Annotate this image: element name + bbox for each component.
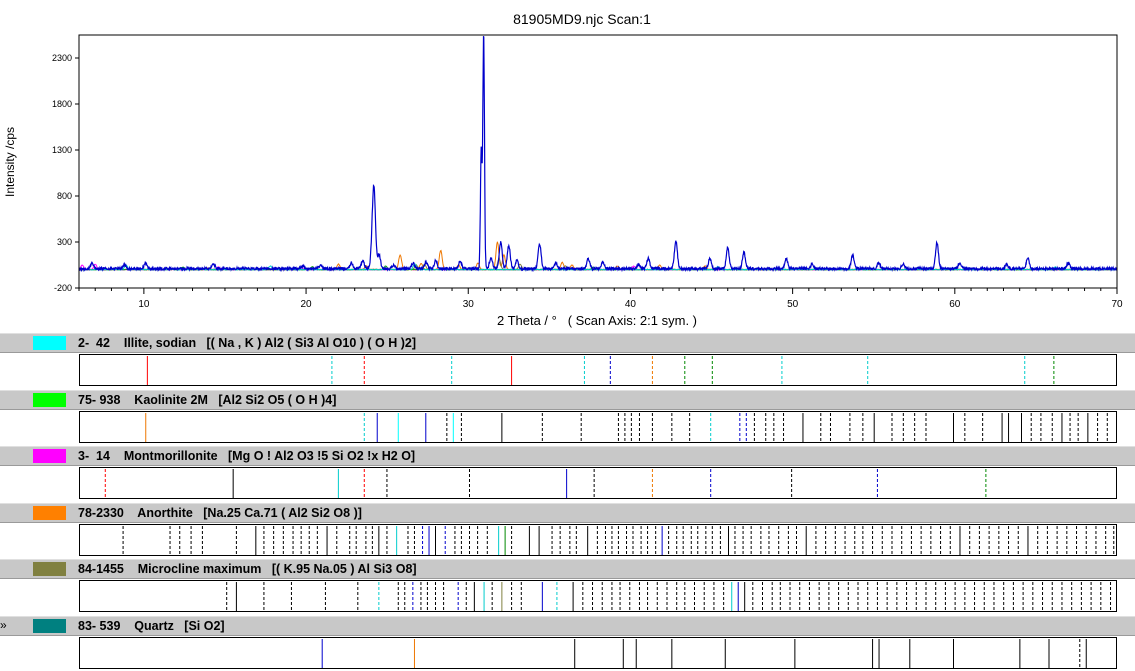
y-tick-label: -200 bbox=[54, 283, 72, 293]
phase-stick-pattern bbox=[79, 354, 1117, 386]
y-tick-label: 800 bbox=[57, 191, 72, 201]
x-tick-label: 30 bbox=[463, 299, 475, 310]
diffraction-plot: 81905MD9.njc Scan:1 Intensity /cps 2 The… bbox=[3, 11, 1123, 328]
phase-color-swatch[interactable] bbox=[33, 449, 66, 463]
y-axis-label: Intensity /cps bbox=[3, 127, 17, 197]
phase-header[interactable]: 2- 42 Illite, sodian [( Na , K ) Al2 ( S… bbox=[0, 333, 1135, 353]
phase-color-swatch[interactable] bbox=[33, 393, 66, 407]
data-series bbox=[78, 35, 1118, 273]
phase-color-swatch[interactable] bbox=[33, 506, 66, 520]
phase-label: 78-2330 Anorthite [Na.25 Ca.71 ( Al2 Si2… bbox=[78, 506, 362, 520]
phase-stick-pattern bbox=[79, 467, 1117, 499]
y-tick-label: 1800 bbox=[52, 99, 72, 109]
phase-label: 83- 539 Quartz [Si O2] bbox=[78, 619, 225, 633]
phase-label: 84-1455 Microcline maximum [( K.95 Na.05… bbox=[78, 562, 417, 576]
x-tick-label: 40 bbox=[625, 299, 637, 310]
y-tick-label: 2300 bbox=[52, 53, 72, 63]
phase-header[interactable]: 84-1455 Microcline maximum [( K.95 Na.05… bbox=[0, 559, 1135, 579]
phase-stick-pattern bbox=[79, 637, 1117, 669]
chart-title: 81905MD9.njc Scan:1 bbox=[513, 11, 651, 27]
phase-stick-pattern bbox=[79, 580, 1117, 612]
series-line bbox=[78, 35, 1118, 273]
x-tick-label: 60 bbox=[949, 299, 961, 310]
phase-header[interactable]: 75- 938 Kaolinite 2M [Al2 Si2 O5 ( O H )… bbox=[0, 390, 1135, 410]
row-selector-arrow: » bbox=[0, 618, 7, 632]
x-tick-label: 50 bbox=[787, 299, 799, 310]
x-axis-label: 2 Theta / ° ( Scan Axis: 2:1 sym. ) bbox=[497, 313, 697, 328]
phase-color-swatch[interactable] bbox=[33, 562, 66, 576]
x-tick-label: 10 bbox=[138, 299, 150, 310]
phase-color-swatch[interactable] bbox=[33, 336, 66, 350]
phase-stick-pattern bbox=[79, 411, 1117, 443]
phase-stick-pattern bbox=[79, 524, 1117, 556]
y-tick-label: 1300 bbox=[52, 145, 72, 155]
x-tick-label: 20 bbox=[301, 299, 313, 310]
phase-label: 2- 42 Illite, sodian [( Na , K ) Al2 ( S… bbox=[78, 336, 417, 350]
y-tick-label: 300 bbox=[57, 237, 72, 247]
phase-label: 75- 938 Kaolinite 2M [Al2 Si2 O5 ( O H )… bbox=[78, 393, 337, 407]
phase-color-swatch[interactable] bbox=[33, 619, 66, 633]
plot-frame bbox=[78, 34, 1118, 289]
phase-header[interactable]: 78-2330 Anorthite [Na.25 Ca.71 ( Al2 Si2… bbox=[0, 503, 1135, 523]
phase-label: 3- 14 Montmorillonite [Mg O ! Al2 O3 !5 … bbox=[78, 449, 416, 463]
phase-header[interactable]: 3- 14 Montmorillonite [Mg O ! Al2 O3 !5 … bbox=[0, 446, 1135, 466]
phase-header[interactable]: » 83- 539 Quartz [Si O2] bbox=[0, 616, 1135, 636]
x-tick-label: 70 bbox=[1111, 299, 1123, 310]
axis-ticks: -200 300 800 1300 1800 2300 10 20 30 40 50 60 70 bbox=[52, 53, 1123, 310]
